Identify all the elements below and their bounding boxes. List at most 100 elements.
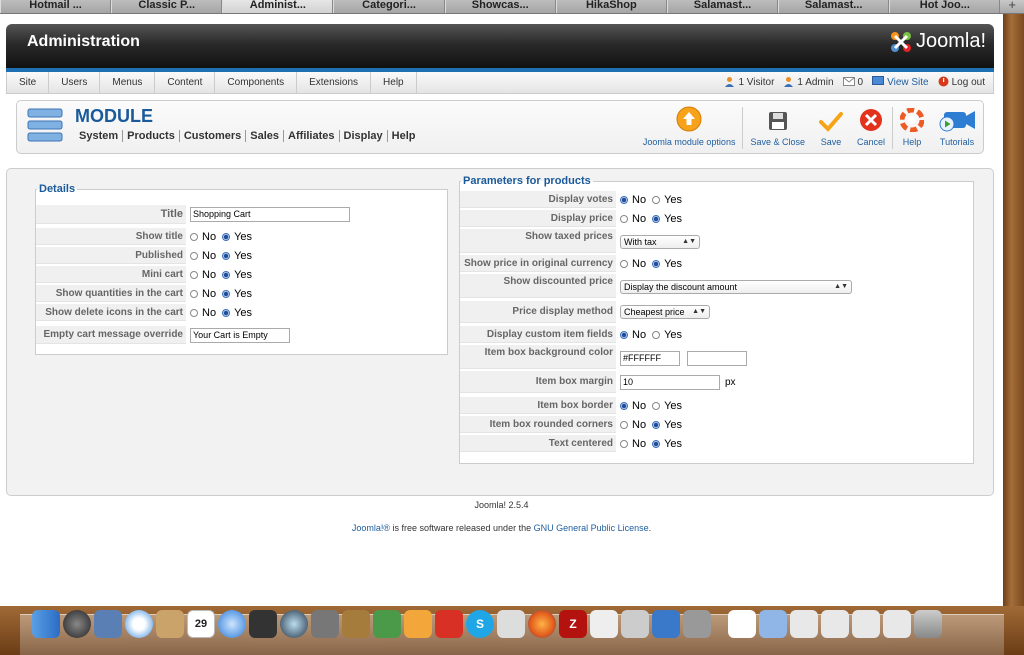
submenu-display[interactable]: Display [340, 130, 388, 142]
page-scrollbar[interactable] [1003, 14, 1024, 606]
firefox-icon[interactable] [528, 610, 556, 638]
cancel-button[interactable]: Cancel [850, 103, 892, 153]
border-yes-radio[interactable] [652, 401, 661, 410]
show-quantities-no-radio[interactable] [190, 289, 198, 298]
browser-tab[interactable]: HikaShop [555, 0, 667, 13]
window-thumbnail-icon[interactable] [852, 610, 880, 638]
gpl-link[interactable]: GNU General Public License [534, 523, 649, 533]
show-title-no-radio[interactable] [190, 232, 198, 241]
menu-users[interactable]: Users [49, 72, 101, 93]
show-delete-no-radio[interactable] [190, 308, 198, 317]
custom-fields-label: Display custom item fields [460, 326, 616, 343]
centered-yes-radio[interactable] [652, 439, 661, 448]
view-site-link[interactable]: View Site [872, 76, 929, 89]
window-thumbnail-icon[interactable] [790, 610, 818, 638]
cancel-label: Cancel [856, 137, 885, 147]
mini-cart-yes-radio[interactable] [222, 270, 231, 279]
show-original-yes-radio[interactable] [652, 259, 661, 268]
skype-icon[interactable]: S [466, 610, 494, 638]
menu-menus[interactable]: Menus [100, 72, 156, 93]
margin-input[interactable]: 10 [620, 374, 720, 390]
submenu-customers[interactable]: Customers [180, 130, 247, 142]
display-price-no-radio[interactable] [620, 214, 628, 223]
centered-no-radio[interactable] [620, 439, 628, 448]
browser-tab[interactable]: Categori... [333, 0, 445, 13]
border-no-radio[interactable] [620, 401, 628, 410]
address-book-icon[interactable] [156, 610, 184, 638]
filezilla-icon[interactable]: Z [559, 610, 587, 638]
calendar-icon[interactable]: 29 [187, 610, 215, 638]
display-votes-yes-radio[interactable] [652, 195, 661, 204]
discounted-price-select[interactable]: Display the discount amount ▲▼ [620, 280, 852, 294]
flower-icon[interactable] [404, 610, 432, 638]
acrobat-icon[interactable] [435, 610, 463, 638]
window-thumbnail-icon[interactable] [821, 610, 849, 638]
system-preferences-icon[interactable] [311, 610, 339, 638]
new-tab-button[interactable]: + [1000, 0, 1024, 13]
feather-icon[interactable] [373, 610, 401, 638]
show-title-yes-radio[interactable] [222, 232, 231, 241]
published-yes-radio[interactable] [222, 251, 231, 260]
joomla-link[interactable]: Joomla!® [352, 523, 390, 533]
iphoto-icon[interactable] [342, 610, 370, 638]
textedit-icon[interactable] [590, 610, 618, 638]
window-thumbnail-icon[interactable] [883, 610, 911, 638]
save-close-button[interactable]: Save & Close [743, 103, 812, 153]
custom-fields-yes-radio[interactable] [652, 330, 661, 339]
preview-icon[interactable] [497, 610, 525, 638]
menu-site[interactable]: Site [7, 72, 50, 93]
save-button[interactable]: Save [812, 103, 850, 153]
show-delete-yes-radio[interactable] [222, 308, 231, 317]
messages-status[interactable]: 0 [842, 76, 863, 89]
rounded-no-radio[interactable] [620, 420, 628, 429]
dashboard-icon[interactable] [63, 610, 91, 638]
safari-icon[interactable] [125, 610, 153, 638]
applications-folder-icon[interactable] [759, 610, 787, 638]
submenu-help[interactable]: Help [388, 130, 420, 142]
custom-fields-no-radio[interactable] [620, 330, 628, 339]
taxed-prices-select[interactable]: With tax ▲▼ [620, 235, 700, 249]
time-machine-icon[interactable] [280, 610, 308, 638]
help-label: Help [902, 137, 922, 147]
mail-stamp-icon[interactable] [94, 610, 122, 638]
submenu-sales[interactable]: Sales [246, 130, 285, 142]
file-icon[interactable] [728, 610, 756, 638]
menu-components[interactable]: Components [215, 72, 298, 93]
submenu-system[interactable]: System [75, 130, 124, 142]
bg-color-input[interactable]: #FFFFFF [620, 351, 680, 366]
itunes-icon[interactable] [218, 610, 246, 638]
mini-cart-no-radio[interactable] [190, 270, 198, 279]
rounded-yes-radio[interactable] [652, 420, 661, 429]
bg-color-swatch[interactable] [687, 351, 747, 366]
document-icon[interactable] [621, 610, 649, 638]
tutorials-button[interactable]: Tutorials [931, 103, 983, 153]
browser-tab[interactable]: Salamast... [778, 0, 890, 13]
browser-tab[interactable]: Showcas... [444, 0, 556, 13]
show-quantities-yes-radio[interactable] [222, 289, 231, 298]
published-no-radio[interactable] [190, 251, 198, 260]
price-method-select[interactable]: Cheapest price ▲▼ [620, 305, 710, 319]
show-original-no-radio[interactable] [620, 259, 628, 268]
help-button[interactable]: Help [893, 103, 931, 153]
menu-extensions[interactable]: Extensions [297, 72, 372, 93]
photo-browser-icon[interactable] [683, 610, 711, 638]
browser-tab[interactable]: Salamast... [666, 0, 779, 13]
empty-message-input[interactable]: Your Cart is Empty [190, 327, 290, 343]
submenu-products[interactable]: Products [123, 130, 180, 142]
logout-link[interactable]: Log out [938, 76, 985, 90]
browser-tab[interactable]: Hotmail ... [0, 0, 112, 13]
browser-tab[interactable]: Hot Joo... [889, 0, 1001, 13]
display-votes-no-radio[interactable] [620, 195, 628, 204]
menu-content[interactable]: Content [155, 72, 216, 93]
browser-tab-active[interactable]: Administ... [222, 0, 334, 13]
image-capture-icon[interactable] [652, 610, 680, 638]
browser-tab[interactable]: Classic P... [111, 0, 223, 13]
title-input[interactable]: Shopping Cart [190, 207, 350, 222]
spaces-icon[interactable] [249, 610, 277, 638]
options-button[interactable]: Joomla module options [636, 103, 743, 153]
finder-icon[interactable] [32, 610, 60, 638]
menu-help[interactable]: Help [371, 72, 417, 93]
display-price-yes-radio[interactable] [652, 214, 661, 223]
submenu-affiliates[interactable]: Affiliates [284, 130, 340, 142]
trash-icon[interactable] [914, 610, 942, 638]
